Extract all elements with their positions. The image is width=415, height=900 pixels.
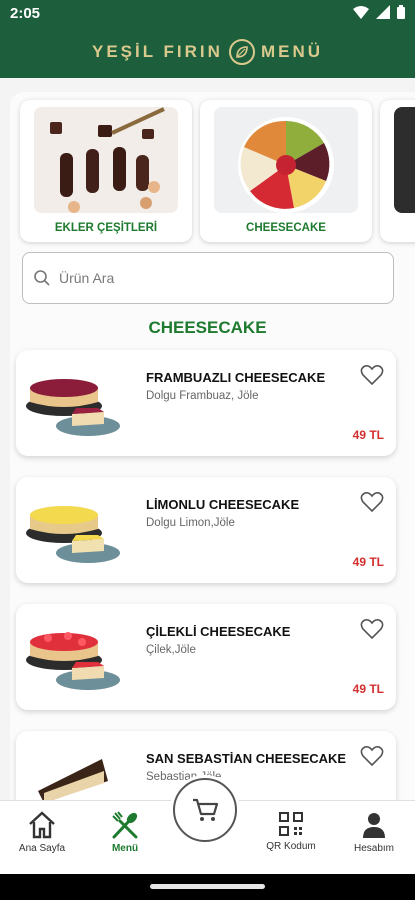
product-name: FRAMBUAZLI CHEESECAKE: [146, 370, 326, 385]
product-description: Dolgu Limon,Jöle: [146, 517, 235, 529]
nav-account[interactable]: Hesabım: [334, 811, 414, 854]
product-photo: [26, 632, 120, 690]
leaf-logo-icon: [228, 39, 255, 65]
nav-qr[interactable]: QR Kodum: [251, 811, 331, 852]
product-card[interactable]: FRAMBUAZLI CHEESECAKE Dolgu Frambuaz, Jö…: [16, 350, 396, 456]
heart-icon[interactable]: [360, 364, 384, 386]
category-card-cheesecake[interactable]: CHEESECAKE: [200, 100, 372, 242]
system-navigation-bar: [0, 874, 415, 900]
nav-menu[interactable]: Menü: [85, 811, 165, 854]
cart-button[interactable]: [173, 778, 237, 842]
product-price: 49 TL: [352, 682, 384, 696]
product-price: 49 TL: [352, 428, 384, 442]
status-icons: [353, 5, 405, 19]
battery-icon: [397, 5, 405, 19]
nav-menu-label: Menü: [111, 843, 139, 854]
fork-knife-icon: [112, 811, 138, 839]
heart-icon[interactable]: [360, 491, 384, 513]
signal-icon: [376, 5, 390, 19]
product-card[interactable]: LİMONLU CHEESECAKE Dolgu Limon,Jöle 49 T…: [16, 477, 396, 583]
nav-home[interactable]: Ana Sayfa: [2, 811, 82, 854]
search-icon: [34, 270, 50, 286]
cheesecake-photo-icon: [214, 107, 358, 213]
section-title: CHEESECAKE: [148, 318, 267, 337]
product-name: ÇİLEKLİ CHEESECAKE: [146, 624, 291, 639]
category-card-next[interactable]: [380, 100, 415, 242]
product-card[interactable]: ÇİLEKLİ CHEESECAKE Çilek,Jöle 49 TL: [16, 604, 396, 710]
product-price: 49 TL: [352, 555, 384, 569]
heart-icon[interactable]: [360, 745, 384, 767]
category-card-ekler[interactable]: EKLER ÇEŞİTLERİ: [20, 100, 192, 242]
home-icon: [29, 811, 55, 839]
cart-icon: [193, 798, 219, 821]
qr-code-icon: [279, 812, 303, 836]
product-photo: [26, 379, 120, 436]
wifi-icon: [353, 5, 369, 19]
brand-title-left: YEŞİL FIRIN: [92, 42, 223, 61]
search-input[interactable]: Ürün Ara: [22, 252, 394, 304]
app-header: YEŞİL FIRIN MENÜ: [0, 26, 415, 78]
nav-home-label: Ana Sayfa: [18, 843, 66, 854]
category-label: CHEESECAKE: [246, 222, 326, 234]
product-name: SAN SEBASTİAN CHEESECAKE: [146, 751, 347, 766]
nav-qr-label: QR Kodum: [266, 841, 316, 852]
category-label: EKLER ÇEŞİTLERİ: [54, 222, 158, 234]
content-area[interactable]: EKLER ÇEŞİTLERİ CHEESECAKE Ürün Ara CHEE…: [0, 78, 415, 800]
product-photo: [26, 506, 120, 563]
nav-account-label: Hesabım: [353, 843, 394, 854]
eclair-photo-icon: [34, 107, 178, 213]
category-photo-partial: [394, 107, 415, 213]
product-name: LİMONLU CHEESECAKE: [146, 497, 300, 512]
brand-title-right: MENÜ: [260, 42, 323, 61]
status-time: 2:05: [10, 5, 41, 22]
heart-icon[interactable]: [360, 618, 384, 640]
status-bar: 2:05: [0, 0, 415, 26]
home-gesture-pill[interactable]: [150, 884, 265, 889]
product-description: Dolgu Frambuaz, Jöle: [146, 390, 259, 402]
person-icon: [363, 813, 385, 838]
product-photo: [38, 759, 108, 800]
product-description: Çilek,Jöle: [146, 644, 196, 656]
search-placeholder: Ürün Ara: [59, 270, 115, 286]
brand: YEŞİL FIRIN MENÜ: [0, 26, 415, 78]
app-screen: 2:05 YEŞİL FIRIN MENÜ EKLER ÇEŞİTLERİ CH…: [0, 0, 415, 900]
